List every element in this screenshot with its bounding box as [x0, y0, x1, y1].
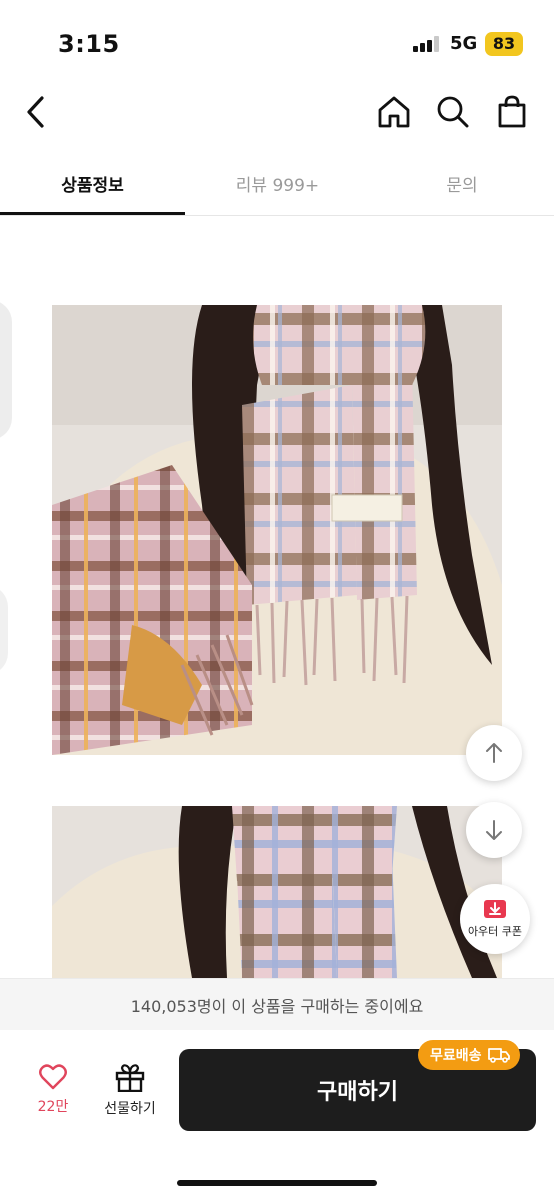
- gift-label: 선물하기: [104, 1101, 156, 1117]
- back-button[interactable]: [14, 90, 58, 134]
- status-time: 3:15: [58, 30, 120, 58]
- search-button[interactable]: [431, 90, 475, 134]
- purchase-notice: 140,053명이 이 상품을 구매하는 중이에요: [0, 978, 554, 1030]
- product-detail-screen: 3:15 5G 83 상품정보 리뷰 999+ 문의 아우터 쿠폰 140,05…: [0, 0, 554, 1200]
- free-shipping-badge: 무료배송: [418, 1040, 520, 1070]
- scroll-up-button[interactable]: [466, 725, 522, 781]
- edge-swipe-hint-lower: [0, 585, 8, 675]
- home-button[interactable]: [372, 90, 416, 134]
- like-button[interactable]: 22만: [24, 1064, 82, 1124]
- tab-inquiry[interactable]: 문의: [370, 152, 554, 214]
- home-icon: [378, 96, 410, 128]
- heart-icon: [39, 1064, 67, 1090]
- top-nav: [0, 80, 554, 146]
- product-image-2: [52, 806, 502, 978]
- coupon-label: 아우터 쿠폰: [467, 925, 523, 938]
- tab-reviews[interactable]: 리뷰 999+: [185, 152, 370, 214]
- product-image-1: [52, 305, 502, 755]
- signal-icon: [413, 36, 441, 52]
- search-icon: [437, 96, 469, 128]
- edge-swipe-hint: [0, 300, 12, 440]
- battery-indicator: 83: [485, 32, 523, 56]
- detail-tabs: 상품정보 리뷰 999+ 문의: [0, 152, 554, 216]
- shopping-bag-icon: [498, 95, 526, 128]
- gift-button[interactable]: 선물하기: [96, 1064, 164, 1124]
- free-shipping-label: 무료배송: [430, 1048, 482, 1064]
- truck-icon: [487, 1048, 510, 1063]
- gift-icon: [115, 1064, 145, 1092]
- outer-coupon-button[interactable]: 아우터 쿠폰: [460, 884, 530, 954]
- active-tab-indicator: [0, 212, 185, 215]
- cart-button[interactable]: [490, 90, 534, 134]
- network-label: 5G: [450, 33, 478, 54]
- like-count: 22만: [37, 1099, 69, 1115]
- coupon-download-icon: [484, 900, 506, 918]
- arrow-up-icon: [486, 743, 502, 763]
- scroll-down-button[interactable]: [466, 802, 522, 858]
- arrow-down-icon: [486, 820, 502, 840]
- home-indicator: [177, 1180, 377, 1186]
- tab-product-info[interactable]: 상품정보: [0, 152, 185, 214]
- status-bar: 3:15 5G 83: [0, 0, 554, 80]
- chevron-left-icon: [27, 96, 44, 128]
